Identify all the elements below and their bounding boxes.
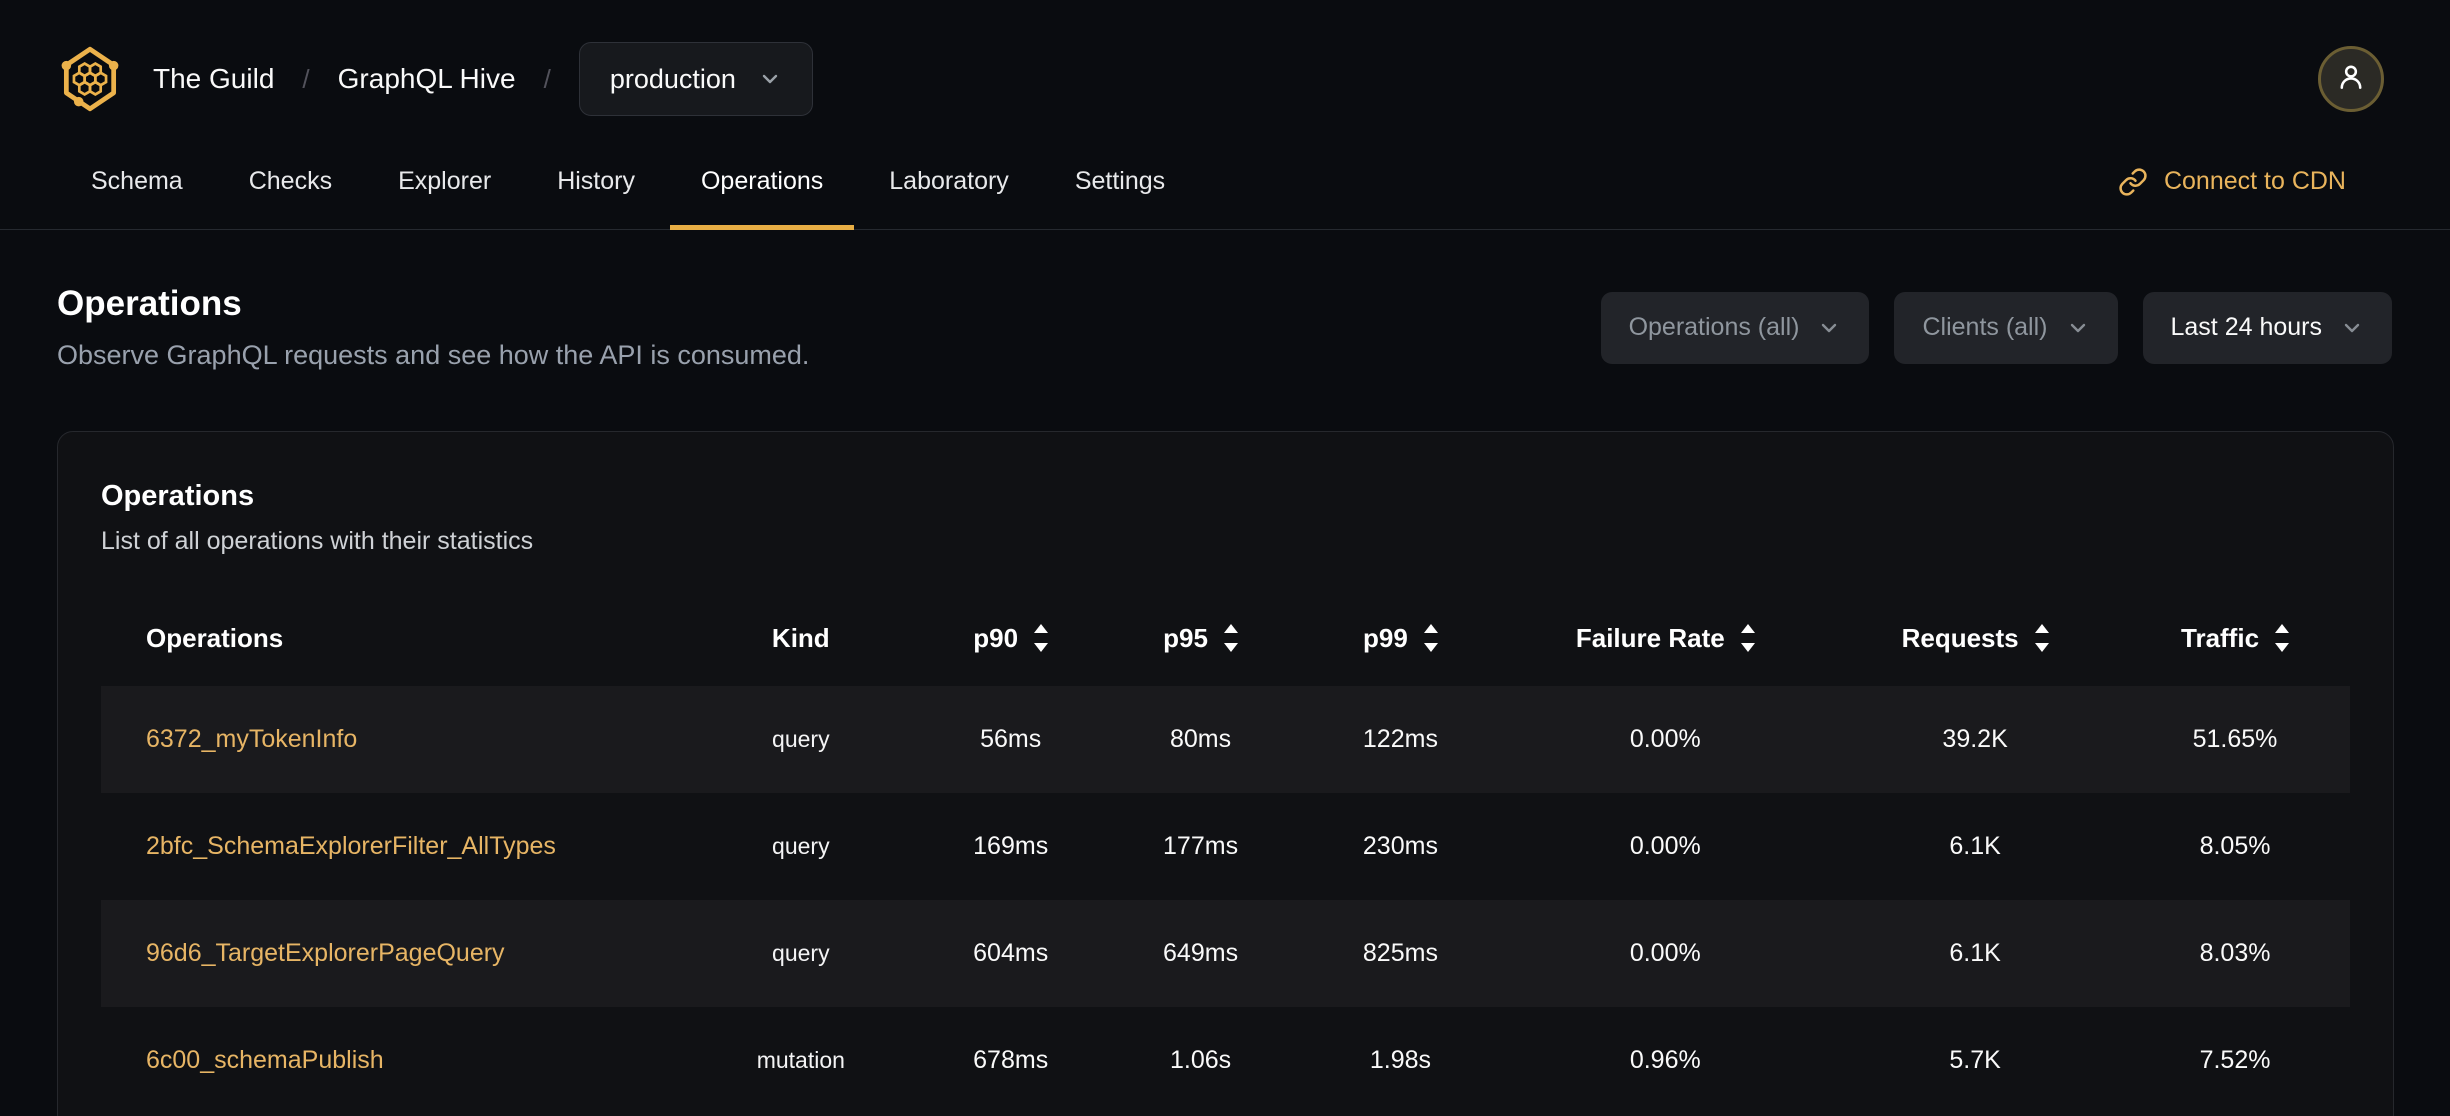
nav-tabs: Schema Checks Explorer History Operation… xyxy=(60,134,1196,230)
table-row: 96d6_TargetExplorerPageQuery query 604ms… xyxy=(101,900,2350,1007)
target-selector-value: production xyxy=(609,63,736,94)
chevron-down-icon xyxy=(1817,316,1841,340)
table-header-row: Operations Kind p90 p95 p99 Failure Rate… xyxy=(101,590,2350,686)
operation-traffic: 7.52% xyxy=(2199,1046,2271,1074)
sort-arrows-icon[interactable] xyxy=(2275,624,2290,652)
operation-requests: 6.1K xyxy=(1830,900,2121,1007)
operation-p95: 80ms xyxy=(1100,686,1301,793)
sort-arrows-icon[interactable] xyxy=(2034,624,2049,652)
operation-traffic: 51.65% xyxy=(2120,686,2350,793)
operation-p99: 230ms xyxy=(1362,832,1438,860)
breadcrumb-project[interactable]: GraphQL Hive xyxy=(338,63,516,95)
hive-logo-icon[interactable] xyxy=(57,43,123,115)
period-filter-dropdown[interactable]: Last 24 hours xyxy=(2142,291,2392,364)
operation-failure-rate: 0.00% xyxy=(1629,832,1701,860)
chevron-down-icon xyxy=(758,67,782,91)
chevron-down-icon xyxy=(2066,316,2090,340)
tab-history[interactable]: History xyxy=(526,134,666,229)
operations-table: Operations Kind p90 p95 p99 Failure Rate… xyxy=(101,590,2350,1114)
operations-filter-dropdown[interactable]: Operations (all) xyxy=(1600,291,1870,364)
sort-arrows-icon[interactable] xyxy=(1740,624,1755,652)
tab-checks[interactable]: Checks xyxy=(218,134,363,229)
filters: Operations (all) Clients (all) Last 24 h… xyxy=(1600,291,2392,364)
table-row: 6372_myTokenInfo query 56ms 80ms 122ms 0… xyxy=(101,686,2350,793)
connect-to-cdn-link[interactable]: Connect to CDN xyxy=(2118,134,2346,229)
operation-p99: 122ms xyxy=(1300,686,1501,793)
operation-link[interactable]: 2bfc_SchemaExplorerFilter_AllTypes xyxy=(146,832,556,860)
chevron-down-icon xyxy=(2340,316,2364,340)
tab-settings[interactable]: Settings xyxy=(1044,134,1196,229)
operations-page: Operations Observe GraphQL requests and … xyxy=(0,284,2450,1116)
target-selector[interactable]: production xyxy=(578,42,813,116)
operation-p90: 678ms xyxy=(973,1046,1049,1074)
operation-p90: 604ms xyxy=(920,900,1101,1007)
column-header-operations: Operations xyxy=(146,622,284,653)
sort-arrows-icon[interactable] xyxy=(1034,624,1049,652)
tab-explorer[interactable]: Explorer xyxy=(367,134,522,229)
breadcrumb-org[interactable]: The Guild xyxy=(153,63,274,95)
operation-p99: 825ms xyxy=(1300,900,1501,1007)
user-avatar-button[interactable] xyxy=(2318,46,2384,112)
column-header-p99[interactable]: p99 xyxy=(1301,590,1501,686)
operation-kind: mutation xyxy=(756,1047,845,1073)
page-subtitle: Observe GraphQL requests and see how the… xyxy=(57,340,810,370)
card-title: Operations xyxy=(101,480,255,512)
breadcrumb: The Guild / GraphQL Hive / production xyxy=(57,42,813,116)
operation-kind: query xyxy=(772,833,830,859)
operation-requests: 39.2K xyxy=(1830,686,2121,793)
operation-requests: 6.1K xyxy=(1949,832,2001,860)
sort-arrows-icon[interactable] xyxy=(1223,624,1238,652)
page-title: Operations xyxy=(57,284,242,323)
operation-p95: 177ms xyxy=(1163,832,1239,860)
operation-traffic: 8.05% xyxy=(2199,832,2271,860)
operation-link[interactable]: 96d6_TargetExplorerPageQuery xyxy=(146,939,505,967)
clients-filter-dropdown[interactable]: Clients (all) xyxy=(1894,291,2118,364)
operation-kind: query xyxy=(680,686,921,793)
operation-link[interactable]: 6c00_schemaPublish xyxy=(146,1046,384,1074)
operation-traffic: 8.03% xyxy=(2120,900,2350,1007)
breadcrumb-separator: / xyxy=(543,63,551,94)
operation-link[interactable]: 6372_myTokenInfo xyxy=(146,725,357,753)
operation-p95: 1.06s xyxy=(1169,1046,1232,1074)
column-header-kind: Kind xyxy=(771,622,830,653)
column-header-failure-rate[interactable]: Failure Rate xyxy=(1500,590,1830,686)
operations-card: Operations List of all operations with t… xyxy=(57,431,2394,1116)
column-header-requests[interactable]: Requests xyxy=(1830,590,2120,686)
operation-p99: 1.98s xyxy=(1369,1046,1432,1074)
table-row: 2bfc_SchemaExplorerFilter_AllTypes query… xyxy=(101,793,2350,900)
tab-laboratory[interactable]: Laboratory xyxy=(858,134,1040,229)
user-icon xyxy=(2334,60,2368,99)
operation-p95: 649ms xyxy=(1100,900,1301,1007)
operation-failure-rate: 0.00% xyxy=(1500,900,1831,1007)
table-row: 6c00_schemaPublish mutation 678ms 1.06s … xyxy=(101,1007,2350,1114)
column-header-p90[interactable]: p90 xyxy=(921,590,1101,686)
operation-requests: 5.7K xyxy=(1949,1046,2001,1074)
tab-operations[interactable]: Operations xyxy=(669,134,855,230)
operation-p90: 169ms xyxy=(973,832,1049,860)
link-icon xyxy=(2118,167,2148,197)
tab-schema[interactable]: Schema xyxy=(60,134,214,229)
operation-kind: query xyxy=(680,900,921,1007)
column-header-p95[interactable]: p95 xyxy=(1101,590,1301,686)
connect-to-cdn-label: Connect to CDN xyxy=(2163,167,2346,195)
card-subtitle: List of all operations with their statis… xyxy=(101,527,534,555)
main-nav: Schema Checks Explorer History Operation… xyxy=(0,134,2450,230)
breadcrumb-separator: / xyxy=(302,63,310,94)
operation-failure-rate: 0.00% xyxy=(1500,686,1831,793)
operation-failure-rate: 0.96% xyxy=(1629,1046,1701,1074)
sort-arrows-icon[interactable] xyxy=(1423,624,1438,652)
column-header-traffic[interactable]: Traffic xyxy=(2120,590,2350,686)
operation-p90: 56ms xyxy=(920,686,1101,793)
top-bar: The Guild / GraphQL Hive / production xyxy=(0,0,2450,134)
